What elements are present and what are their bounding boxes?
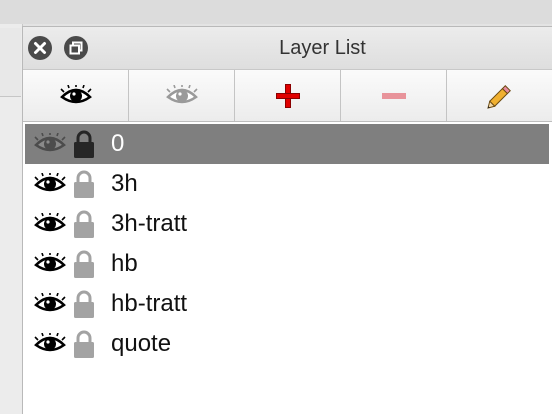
lock-icon[interactable] <box>72 129 96 159</box>
layer-name: hb-tratt <box>111 290 188 317</box>
rename-layer-button[interactable] <box>447 70 552 121</box>
visibility-eye-icon[interactable] <box>34 172 66 195</box>
background-app-panel <box>0 24 23 414</box>
pencil-icon <box>486 84 511 109</box>
layer-name: hb <box>111 250 138 277</box>
layer-row[interactable]: 3h <box>25 164 549 204</box>
plus-icon <box>275 83 300 108</box>
layer-row[interactable]: quote <box>25 324 549 364</box>
visibility-eye-icon[interactable] <box>34 332 66 355</box>
layer-row[interactable]: hb <box>25 244 549 284</box>
lock-icon[interactable] <box>72 209 96 239</box>
visibility-eye-icon[interactable] <box>34 132 66 155</box>
layer-row[interactable]: 0 <box>25 124 549 164</box>
add-layer-button[interactable] <box>235 70 341 121</box>
layer-list: 0 3h 3h-tratt hb hb-tratt quote <box>25 124 549 414</box>
background-window-strip <box>0 0 552 24</box>
lock-icon[interactable] <box>72 329 96 359</box>
lock-icon[interactable] <box>72 249 96 279</box>
palette-title: Layer List <box>279 37 366 59</box>
layer-toolbar <box>23 70 552 122</box>
layer-name: 0 <box>111 130 125 157</box>
layer-name: quote <box>111 330 172 357</box>
hide-all-button[interactable] <box>129 70 235 121</box>
background-app-panel-section <box>0 28 21 97</box>
layer-row[interactable]: 3h-tratt <box>25 204 549 244</box>
visibility-eye-icon[interactable] <box>34 292 66 315</box>
layer-row[interactable]: hb-tratt <box>25 284 549 324</box>
lock-icon[interactable] <box>72 169 96 199</box>
lock-icon[interactable] <box>72 289 96 319</box>
minus-icon <box>381 92 406 99</box>
visibility-eye-icon[interactable] <box>34 212 66 235</box>
layer-list-palette: Layer List 0 3h 3h-tratt hb hb-tratt quo… <box>22 26 552 414</box>
show-all-button[interactable] <box>23 70 129 121</box>
remove-layer-button[interactable] <box>341 70 447 121</box>
eye-gray-icon <box>165 84 198 103</box>
layer-name: 3h <box>111 170 138 197</box>
eye-icon <box>59 84 92 103</box>
layer-name: 3h-tratt <box>111 210 188 237</box>
visibility-eye-icon[interactable] <box>34 252 66 275</box>
palette-titlebar[interactable]: Layer List <box>23 27 552 70</box>
